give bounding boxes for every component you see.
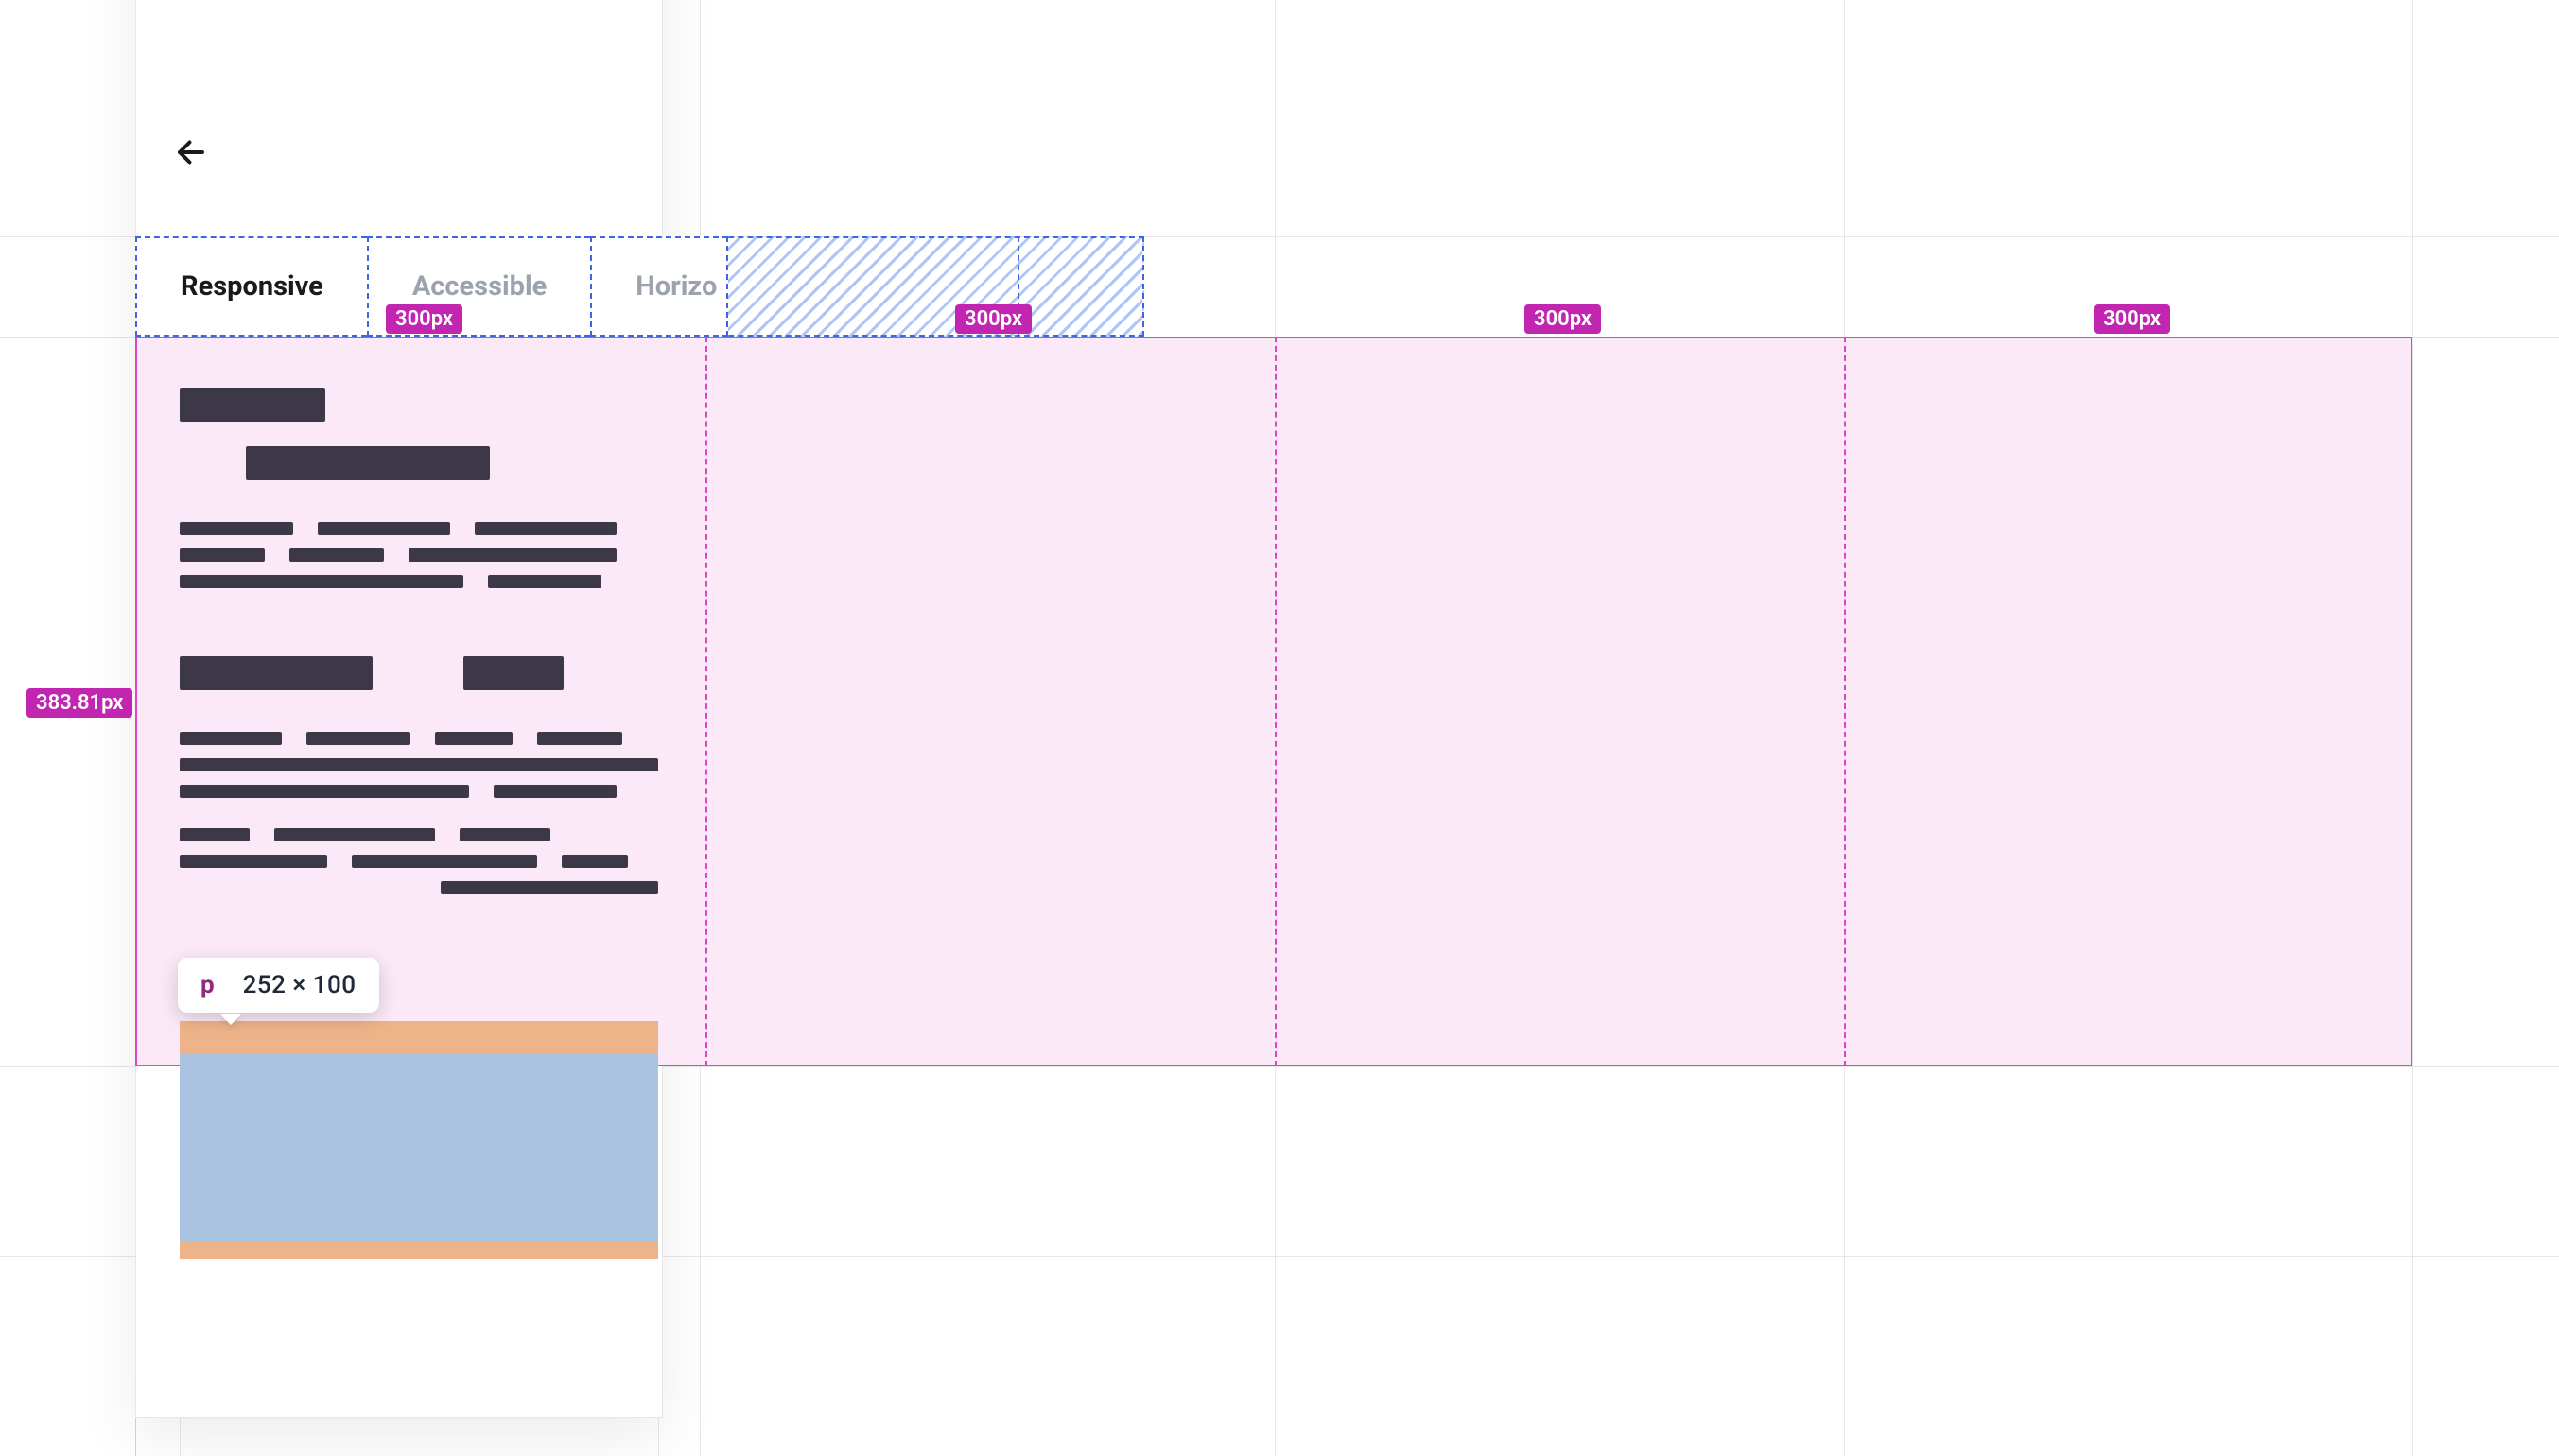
- ph-bar: [180, 656, 373, 690]
- tooltip-tag: p: [200, 971, 215, 999]
- tab-responsive[interactable]: Responsive: [135, 236, 367, 337]
- ph-bar: [488, 575, 601, 588]
- ph-bar: [180, 828, 250, 841]
- tab-label: Accessible: [412, 270, 547, 303]
- inspect-tooltip-arrow: [219, 1014, 242, 1025]
- ph-bar: [562, 855, 628, 868]
- ph-bar: [274, 828, 435, 841]
- tab-label: Horizo: [635, 270, 717, 303]
- box-model-content: [180, 1053, 658, 1242]
- ph-bar: [180, 575, 463, 588]
- size-badge-height: 383.81px: [26, 688, 132, 718]
- ph-bar: [306, 732, 410, 745]
- device-header: [136, 119, 662, 185]
- ph-bar: [494, 785, 617, 798]
- box-model-margin-bottom: [180, 1242, 658, 1259]
- ph-bar: [475, 522, 617, 535]
- ph-bar: [463, 656, 564, 690]
- overflow-hatch: [700, 236, 1144, 337]
- size-badge-col0: 300px: [386, 304, 462, 334]
- tab-label: Responsive: [181, 270, 323, 303]
- tooltip-dims: 252 × 100: [243, 971, 357, 999]
- ph-bar: [318, 522, 450, 535]
- col-divider-2: [1844, 337, 1846, 1066]
- col-divider-0: [705, 337, 707, 1066]
- ph-bar: [409, 548, 617, 562]
- ph-bar: [180, 548, 265, 562]
- ph-bar: [352, 855, 537, 868]
- ph-bar: [180, 758, 658, 771]
- size-badge-col2: 300px: [1524, 304, 1601, 334]
- ph-bar: [180, 855, 327, 868]
- back-arrow-icon[interactable]: [174, 135, 208, 169]
- ph-bar: [246, 446, 490, 480]
- ph-bar: [435, 732, 513, 745]
- size-badge-col1: 300px: [955, 304, 1032, 334]
- ph-bar: [441, 881, 658, 894]
- col-divider-1: [1275, 337, 1277, 1066]
- ph-bar: [180, 732, 282, 745]
- ph-bar: [180, 785, 469, 798]
- guide-v-col3-end: [2412, 0, 2413, 1456]
- ph-bar: [537, 732, 622, 745]
- placeholder-content: [180, 388, 658, 894]
- inspect-tooltip: p 252 × 100: [178, 958, 379, 1013]
- box-model-margin-top: [180, 1021, 658, 1053]
- ph-bar: [180, 522, 293, 535]
- ph-bar: [180, 388, 325, 422]
- tab-horizontal-clipped[interactable]: Horizo: [590, 236, 728, 337]
- ph-bar: [289, 548, 384, 562]
- size-badge-col3: 300px: [2094, 304, 2170, 334]
- ph-bar: [460, 828, 550, 841]
